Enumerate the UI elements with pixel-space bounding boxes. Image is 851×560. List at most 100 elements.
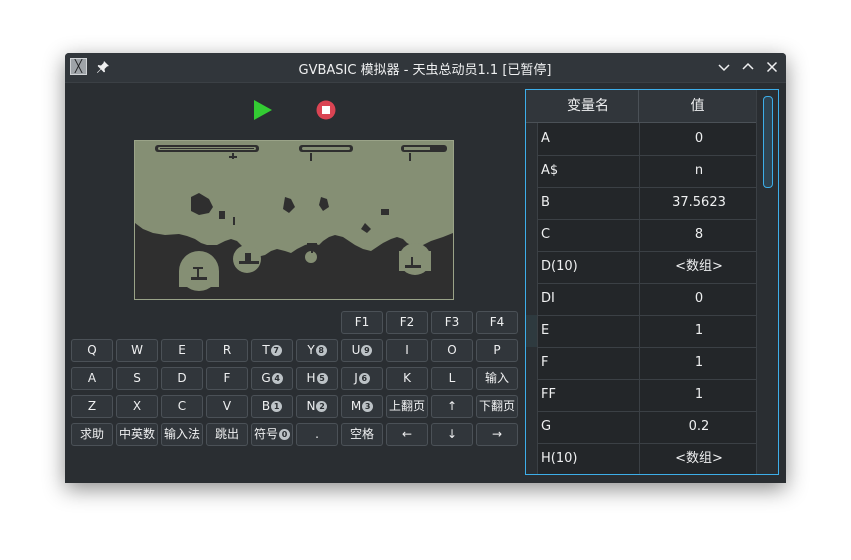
row-header[interactable] <box>526 219 538 251</box>
key-row3-0[interactable]: Z <box>71 395 113 418</box>
variable-table[interactable]: 变量名 值 A 0 A$ n B 37.5623 C 8 D(10) <数组> DI 0 E 1 F 1 FF 1… <box>525 89 779 475</box>
table-row[interactable]: FF 1 <box>526 379 757 412</box>
key-label: W <box>131 343 143 357</box>
table-row[interactable]: B 37.5623 <box>526 187 757 220</box>
key-row1-7[interactable]: I <box>386 339 428 362</box>
key-row4-7[interactable]: ← <box>386 423 428 446</box>
key-row4-9[interactable]: → <box>476 423 518 446</box>
key-row3-4[interactable]: B1 <box>251 395 293 418</box>
key-row2-4[interactable]: G4 <box>251 367 293 390</box>
window-title: GVBASIC 模拟器 - 天虫总动员1.1 [已暂停] <box>298 63 552 78</box>
key-row2-2[interactable]: D <box>161 367 203 390</box>
key-label: P <box>493 343 501 357</box>
table-row[interactable]: C8 <box>526 219 757 252</box>
key-row2-7[interactable]: K <box>386 367 428 390</box>
table-row[interactable]: H(10) <数组> <box>526 443 757 474</box>
variable-name: E <box>541 323 550 338</box>
key-label: I <box>405 343 409 357</box>
key-row4-3[interactable]: 跳出 <box>206 423 248 446</box>
key-row2-1[interactable]: S <box>116 367 158 390</box>
variable-name: DI <box>541 291 555 306</box>
key-row3-1[interactable]: X <box>116 395 158 418</box>
minimize-icon[interactable] <box>716 59 732 75</box>
row-header[interactable] <box>526 155 538 187</box>
key-row4-1[interactable]: 中英数 <box>116 423 158 446</box>
key-row1-4[interactable]: T7 <box>251 339 293 362</box>
key-row3-3[interactable]: V <box>206 395 248 418</box>
variable-name: A$ <box>541 163 559 178</box>
key-label: 输入 <box>484 371 509 385</box>
key-row4-6[interactable]: 空格 <box>341 423 383 446</box>
key-row4-5[interactable]: . <box>296 423 338 446</box>
row-header[interactable] <box>526 187 538 219</box>
key-row1-2[interactable]: E <box>161 339 203 362</box>
key-row2-5[interactable]: H5 <box>296 367 338 390</box>
table-row[interactable]: E1 <box>526 315 757 348</box>
key-row4-2[interactable]: 输入法 <box>161 423 203 446</box>
key-row4-0[interactable]: 求助 <box>71 423 113 446</box>
table-row[interactable]: A0 <box>526 123 757 156</box>
key-digit-badge: 8 <box>315 345 327 356</box>
key-label: Z <box>87 399 97 413</box>
close-icon[interactable] <box>764 59 780 75</box>
key-f4[interactable]: F4 <box>476 311 518 334</box>
key-row3-7[interactable]: 上翻页 <box>386 395 428 418</box>
key-label: X <box>132 399 142 413</box>
key-label: 上翻页 <box>388 399 425 413</box>
key-label: H <box>306 371 316 385</box>
key-row2-0[interactable]: A <box>71 367 113 390</box>
key-label: V <box>222 399 232 413</box>
table-row[interactable]: F1 <box>526 347 757 380</box>
key-label: C <box>177 399 187 413</box>
row-header[interactable] <box>526 347 538 379</box>
key-row1-1[interactable]: W <box>116 339 158 362</box>
app-icon[interactable]: ╳ <box>70 58 87 75</box>
row-header[interactable] <box>526 443 538 474</box>
variable-name: D(10) <box>541 259 578 274</box>
key-row1-6[interactable]: U9 <box>341 339 383 362</box>
key-row3-5[interactable]: N2 <box>296 395 338 418</box>
key-row2-6[interactable]: J6 <box>341 367 383 390</box>
key-row2-3[interactable]: F <box>206 367 248 390</box>
table-row[interactable]: DI 0 <box>526 283 757 316</box>
key-row1-9[interactable]: P <box>476 339 518 362</box>
row-header[interactable] <box>526 123 538 155</box>
column-header-name[interactable]: 变量名 <box>538 90 639 122</box>
key-row2-9[interactable]: 输入 <box>476 367 518 390</box>
title-bar[interactable]: ╳ GVBASIC 模拟器 - 天虫总动员1.1 [已暂停] <box>65 53 786 83</box>
scrollbar-thumb[interactable] <box>763 96 773 188</box>
row-header[interactable] <box>526 315 538 347</box>
key-row3-9[interactable]: 下翻页 <box>476 395 518 418</box>
column-header-value[interactable]: 值 <box>638 90 757 122</box>
key-f1[interactable]: F1 <box>341 311 383 334</box>
row-header[interactable] <box>526 411 538 443</box>
key-row3-8[interactable]: ↑ <box>431 395 473 418</box>
key-row1-3[interactable]: R <box>206 339 248 362</box>
key-digit-badge: 5 <box>316 373 328 384</box>
stop-button[interactable] <box>316 100 336 120</box>
key-row4-4[interactable]: 符号 0 <box>251 423 293 446</box>
row-header[interactable] <box>526 379 538 411</box>
play-button[interactable] <box>252 99 274 121</box>
vertical-scrollbar[interactable] <box>756 90 778 474</box>
key-row1-0[interactable]: Q <box>71 339 113 362</box>
table-row[interactable]: G 0.2 <box>526 411 757 444</box>
variable-value: 0.2 <box>639 411 758 443</box>
maximize-icon[interactable] <box>740 59 756 75</box>
key-row4-8[interactable]: ↓ <box>431 423 473 446</box>
pin-icon[interactable] <box>95 59 111 75</box>
lcd-screen[interactable] <box>134 140 454 300</box>
key-row3-6[interactable]: M3 <box>341 395 383 418</box>
key-f2[interactable]: F2 <box>386 311 428 334</box>
key-label: R <box>222 343 232 357</box>
key-row3-2[interactable]: C <box>161 395 203 418</box>
variable-value: <数组> <box>639 251 758 283</box>
table-row[interactable]: A$ n <box>526 155 757 188</box>
key-row2-8[interactable]: L <box>431 367 473 390</box>
row-header[interactable] <box>526 251 538 283</box>
row-header[interactable] <box>526 283 538 315</box>
key-row1-8[interactable]: O <box>431 339 473 362</box>
key-f3[interactable]: F3 <box>431 311 473 334</box>
key-row1-5[interactable]: Y8 <box>296 339 338 362</box>
table-row[interactable]: D(10) <数组> <box>526 251 757 284</box>
